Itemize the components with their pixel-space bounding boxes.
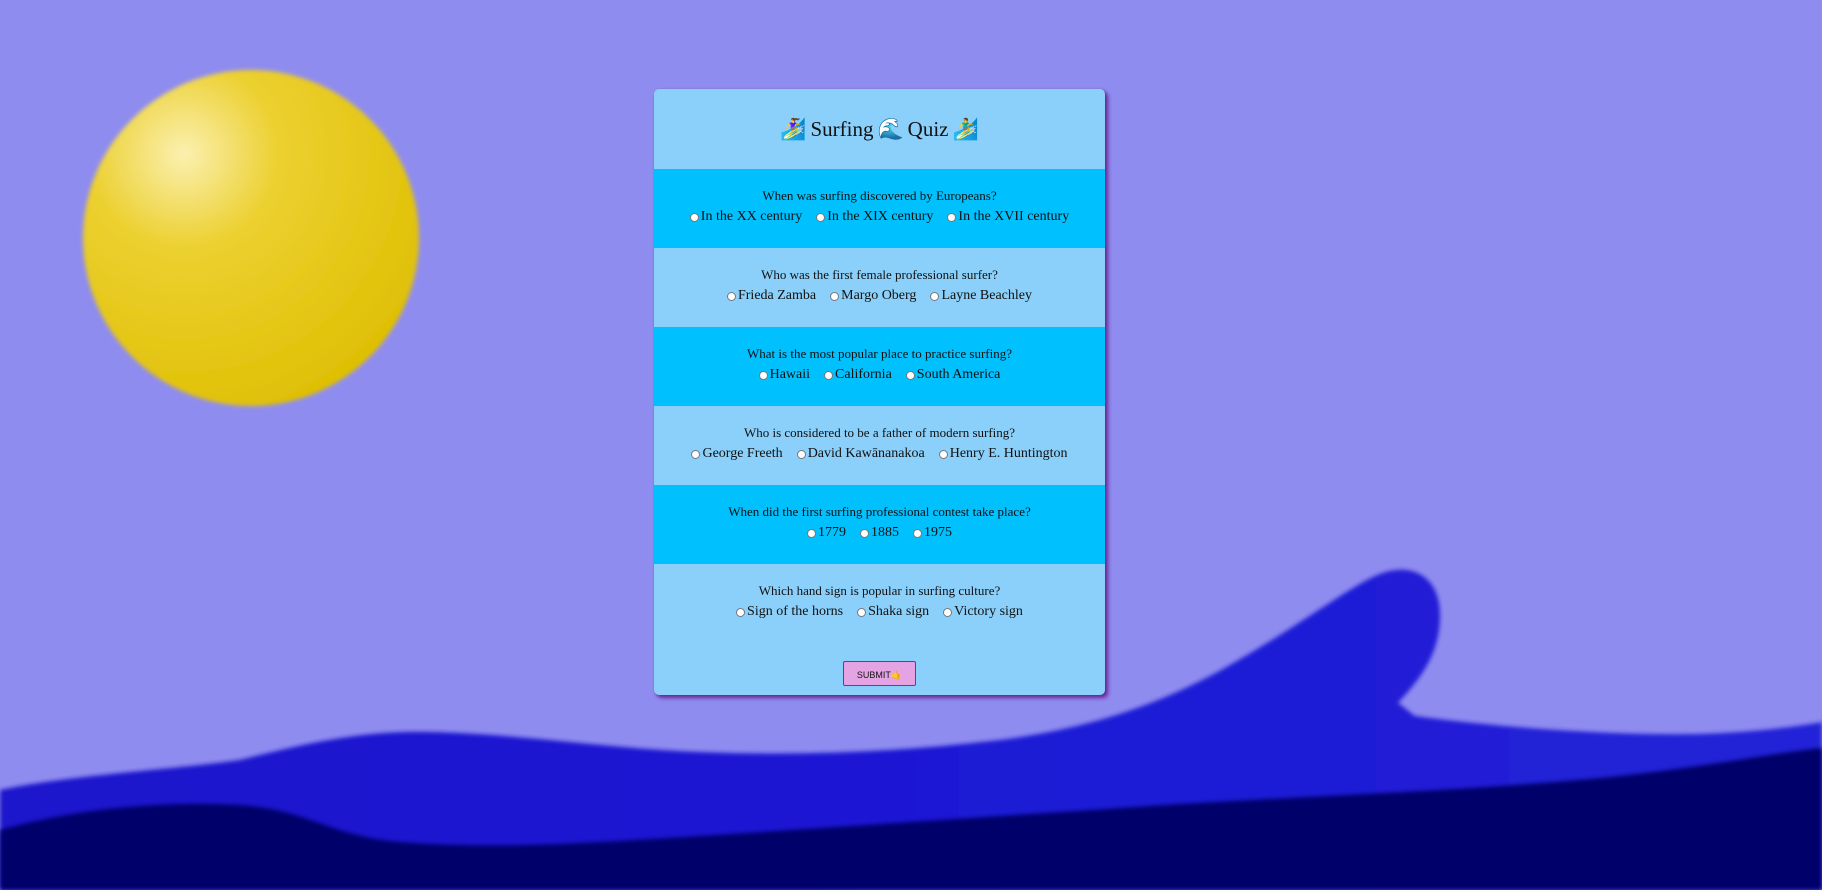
answer-label: 1975: [924, 525, 952, 540]
answer-option[interactable]: Hawaii: [758, 365, 811, 385]
radio-button[interactable]: [816, 212, 826, 222]
radio-button[interactable]: [689, 212, 699, 222]
question-text: Which hand sign is popular in surfing cu…: [758, 583, 1001, 598]
sun-illustration: [83, 70, 419, 406]
quiz-title-word-surfing: Surfing: [810, 116, 874, 141]
answer-label: 1885: [871, 525, 899, 540]
radio-button[interactable]: [691, 449, 701, 459]
answer-options: George Freeth David Kawānanakoa Henry E.…: [654, 444, 1105, 464]
answer-option[interactable]: California: [824, 365, 892, 385]
radio-button[interactable]: [807, 528, 816, 538]
question-block-6: Which hand sign is popular in surfing cu…: [654, 564, 1105, 643]
answer-option[interactable]: David Kawānanakoa: [796, 444, 925, 464]
answer-options: 1779 1885 1975: [654, 523, 1105, 543]
question-text: What is the most popular place to practi…: [747, 346, 1012, 361]
radio-button[interactable]: [860, 528, 869, 538]
answer-label: California: [835, 367, 892, 382]
answer-option[interactable]: George Freeth: [691, 444, 783, 464]
answer-label: 1779: [818, 525, 846, 540]
radio-button[interactable]: [796, 449, 806, 459]
answer-option[interactable]: Frieda Zamba: [726, 286, 817, 306]
answer-label: Margo Oberg: [841, 288, 917, 303]
quiz-title-word-quiz: Quiz: [907, 116, 949, 141]
radio-button[interactable]: [913, 528, 922, 538]
submit-button[interactable]: SUBMIT🤙: [843, 661, 916, 686]
answer-label: George Freeth: [702, 446, 783, 461]
surfer-icon: 🏄‍♀️: [780, 116, 807, 141]
wave-icon: 🌊: [877, 116, 904, 141]
quiz-card: 🏄‍♀️ Surfing 🌊 Quiz 🏄‍♂️ When was surfin…: [654, 89, 1105, 695]
answer-label: In the XIX century: [827, 209, 934, 224]
surfer-icon: 🏄‍♂️: [952, 116, 979, 141]
answer-option[interactable]: In the XX century: [689, 207, 803, 227]
answer-option[interactable]: Henry E. Huntington: [938, 444, 1068, 464]
answer-options: Hawaii California South America: [654, 365, 1105, 385]
answer-label: Frieda Zamba: [737, 288, 817, 303]
answer-label: Layne Beachley: [941, 288, 1032, 303]
question-block-3: What is the most popular place to practi…: [654, 327, 1105, 406]
submit-area: SUBMIT🤙: [654, 661, 1105, 686]
radio-button[interactable]: [758, 370, 768, 380]
answer-option[interactable]: Shaka sign: [857, 602, 929, 622]
answer-label: Shaka sign: [868, 604, 930, 619]
answer-option[interactable]: 1779: [807, 523, 846, 543]
answer-label: In the XX century: [700, 209, 803, 224]
answer-label: Hawaii: [769, 367, 811, 382]
radio-button[interactable]: [943, 607, 953, 617]
radio-button[interactable]: [905, 370, 915, 380]
radio-button[interactable]: [947, 212, 957, 222]
answer-label: Henry E. Huntington: [949, 446, 1068, 461]
radio-button[interactable]: [726, 291, 736, 301]
quiz-title: 🏄‍♀️ Surfing 🌊 Quiz 🏄‍♂️: [654, 89, 1105, 169]
answer-label: South America: [916, 367, 1001, 382]
answer-option[interactable]: Victory sign: [943, 602, 1023, 622]
answer-options: Frieda Zamba Margo Oberg Layne Beachley: [654, 286, 1105, 306]
question-block-5: When did the first surfing professional …: [654, 485, 1105, 564]
radio-button[interactable]: [736, 607, 746, 617]
question-text: When did the first surfing professional …: [728, 504, 1031, 519]
answer-label: David Kawānanakoa: [807, 446, 925, 461]
radio-button[interactable]: [930, 291, 940, 301]
question-block-2: Who was the first female professional su…: [654, 248, 1105, 327]
answer-options: In the XX century In the XIX century In …: [654, 207, 1105, 227]
radio-button[interactable]: [824, 370, 834, 380]
question-text: Who is considered to be a father of mode…: [743, 425, 1016, 440]
question-text: Who was the first female professional su…: [761, 267, 998, 282]
radio-button[interactable]: [938, 449, 948, 459]
answer-option[interactable]: Layne Beachley: [930, 286, 1032, 306]
answer-option[interactable]: South America: [905, 365, 1001, 385]
answer-label: Sign of the horns: [747, 604, 844, 619]
answer-option[interactable]: Margo Oberg: [830, 286, 916, 306]
answer-label: Victory sign: [954, 604, 1023, 619]
answer-option[interactable]: In the XIX century: [816, 207, 933, 227]
question-block-4: Who is considered to be a father of mode…: [654, 406, 1105, 485]
answer-options: Sign of the horns Shaka sign Victory sig…: [654, 602, 1105, 622]
question-block-1: When was surfing discovered by Europeans…: [654, 169, 1105, 248]
answer-option[interactable]: In the XVII century: [947, 207, 1069, 227]
answer-option[interactable]: Sign of the horns: [736, 602, 843, 622]
answer-label: In the XVII century: [958, 209, 1070, 224]
answer-option[interactable]: 1975: [913, 523, 952, 543]
question-text: When was surfing discovered by Europeans…: [762, 188, 997, 203]
radio-button[interactable]: [857, 607, 867, 617]
radio-button[interactable]: [830, 291, 840, 301]
answer-option[interactable]: 1885: [860, 523, 899, 543]
